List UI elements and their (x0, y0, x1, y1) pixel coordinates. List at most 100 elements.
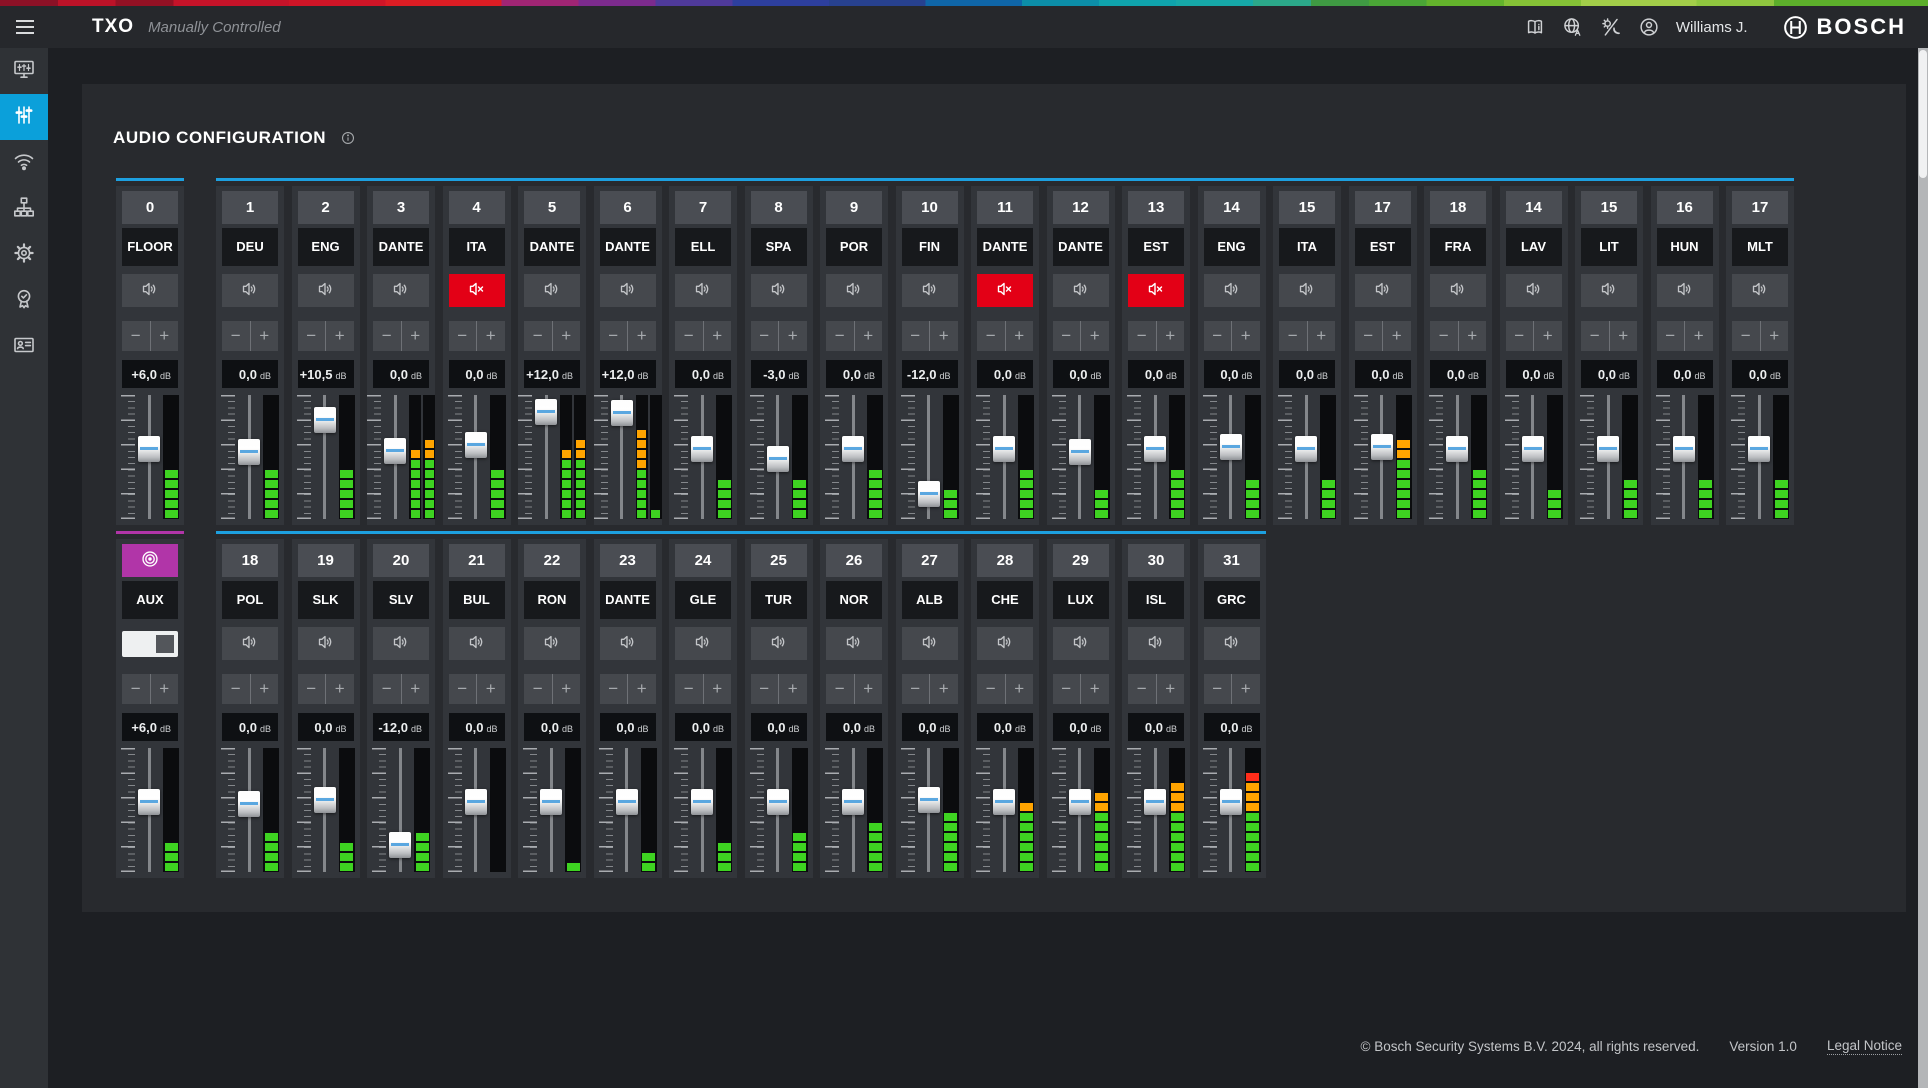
fader-handle[interactable] (1069, 789, 1091, 815)
fader-handle[interactable] (842, 789, 864, 815)
decrease-gain-button[interactable]: − (222, 674, 250, 704)
fader-handle[interactable] (465, 789, 487, 815)
mute-button[interactable] (1128, 274, 1184, 307)
fader-handle[interactable] (993, 789, 1015, 815)
vertical-scrollbar[interactable] (1918, 48, 1928, 1088)
fader-handle[interactable] (767, 446, 789, 472)
menu-icon[interactable] (16, 15, 40, 39)
mute-button[interactable] (826, 274, 882, 307)
mute-button[interactable] (373, 627, 429, 660)
fader-handle[interactable] (238, 791, 260, 817)
fader-handle[interactable] (1069, 439, 1091, 465)
mute-button[interactable] (1732, 274, 1788, 307)
language-icon[interactable] (1554, 12, 1592, 42)
aux-record-button[interactable] (122, 544, 178, 577)
decrease-gain-button[interactable]: − (675, 674, 703, 704)
increase-gain-button[interactable]: + (854, 674, 883, 704)
decrease-gain-button[interactable]: − (902, 674, 930, 704)
decrease-gain-button[interactable]: − (751, 674, 779, 704)
increase-gain-button[interactable]: + (552, 674, 581, 704)
decrease-gain-button[interactable]: − (524, 674, 552, 704)
decrease-gain-button[interactable]: − (449, 674, 477, 704)
mute-button[interactable] (902, 274, 958, 307)
increase-gain-button[interactable]: + (778, 674, 807, 704)
fader-handle[interactable] (138, 789, 160, 815)
decrease-gain-button[interactable]: − (977, 321, 1005, 351)
mute-button[interactable] (902, 627, 958, 660)
mute-button[interactable] (524, 274, 580, 307)
mute-button[interactable] (1053, 274, 1109, 307)
decrease-gain-button[interactable]: − (600, 321, 628, 351)
decrease-gain-button[interactable]: − (122, 674, 150, 704)
increase-gain-button[interactable]: + (1760, 321, 1789, 351)
fader-handle[interactable] (1522, 436, 1544, 462)
mute-button[interactable] (1053, 627, 1109, 660)
mute-button[interactable] (298, 627, 354, 660)
mute-button[interactable] (1128, 627, 1184, 660)
mute-button[interactable] (675, 627, 731, 660)
decrease-gain-button[interactable]: − (1355, 321, 1383, 351)
fader-handle[interactable] (1371, 434, 1393, 460)
increase-gain-button[interactable]: + (1080, 674, 1109, 704)
increase-gain-button[interactable]: + (325, 674, 354, 704)
mute-button[interactable] (1204, 274, 1260, 307)
increase-gain-button[interactable]: + (1684, 321, 1713, 351)
increase-gain-button[interactable]: + (552, 321, 581, 351)
fader-handle[interactable] (384, 438, 406, 464)
decrease-gain-button[interactable]: − (1053, 674, 1081, 704)
fader-handle[interactable] (918, 481, 940, 507)
help-icon[interactable] (340, 130, 356, 146)
increase-gain-button[interactable]: + (778, 321, 807, 351)
theme-toggle-icon[interactable] (1592, 12, 1630, 42)
fader-handle[interactable] (691, 789, 713, 815)
decrease-gain-button[interactable]: − (298, 321, 326, 351)
decrease-gain-button[interactable]: − (1128, 321, 1156, 351)
user-manual-icon[interactable] (1516, 12, 1554, 42)
fader-handle[interactable] (535, 399, 557, 425)
mute-button[interactable] (977, 627, 1033, 660)
fader-handle[interactable] (389, 832, 411, 858)
increase-gain-button[interactable]: + (150, 674, 179, 704)
mute-button[interactable] (1581, 274, 1637, 307)
increase-gain-button[interactable]: + (703, 321, 732, 351)
fader-handle[interactable] (1446, 436, 1468, 462)
increase-gain-button[interactable]: + (627, 674, 656, 704)
decrease-gain-button[interactable]: − (826, 674, 854, 704)
sidebar-item-accounts[interactable] (0, 324, 48, 370)
increase-gain-button[interactable]: + (854, 321, 883, 351)
increase-gain-button[interactable]: + (1231, 674, 1260, 704)
mute-button[interactable] (449, 274, 505, 307)
increase-gain-button[interactable]: + (250, 321, 279, 351)
decrease-gain-button[interactable]: − (298, 674, 326, 704)
increase-gain-button[interactable]: + (1080, 321, 1109, 351)
fader-handle[interactable] (616, 789, 638, 815)
fader-handle[interactable] (1220, 434, 1242, 460)
decrease-gain-button[interactable]: − (122, 321, 150, 351)
mute-button[interactable] (373, 274, 429, 307)
fader-handle[interactable] (314, 787, 336, 813)
fader-handle[interactable] (1220, 789, 1242, 815)
fader-handle[interactable] (1673, 436, 1695, 462)
decrease-gain-button[interactable]: − (373, 321, 401, 351)
mute-button[interactable] (122, 274, 178, 307)
sidebar-item-licenses[interactable] (0, 278, 48, 324)
aux-output-toggle[interactable] (122, 631, 178, 657)
increase-gain-button[interactable]: + (476, 321, 505, 351)
decrease-gain-button[interactable]: − (1279, 321, 1307, 351)
mute-button[interactable] (600, 274, 656, 307)
decrease-gain-button[interactable]: − (1506, 321, 1534, 351)
fader-handle[interactable] (918, 787, 940, 813)
fader-handle[interactable] (138, 436, 160, 462)
increase-gain-button[interactable]: + (250, 674, 279, 704)
mute-button[interactable] (222, 627, 278, 660)
decrease-gain-button[interactable]: − (1732, 321, 1760, 351)
mute-button[interactable] (751, 274, 807, 307)
decrease-gain-button[interactable]: − (373, 674, 401, 704)
increase-gain-button[interactable]: + (929, 321, 958, 351)
sidebar-item-wireless[interactable] (0, 140, 48, 186)
fader-handle[interactable] (540, 789, 562, 815)
increase-gain-button[interactable]: + (1533, 321, 1562, 351)
scrollbar-thumb[interactable] (1919, 50, 1927, 178)
decrease-gain-button[interactable]: − (902, 321, 930, 351)
sidebar-item-network[interactable] (0, 186, 48, 232)
